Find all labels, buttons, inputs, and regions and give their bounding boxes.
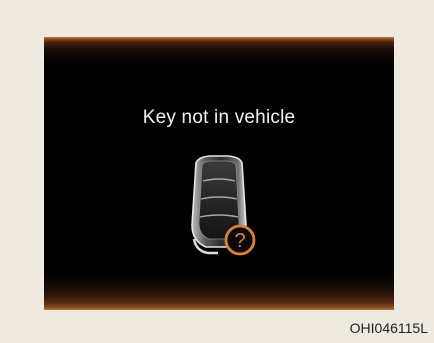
question-mark-glyph: ? [234,230,245,252]
figure-code-caption: OHI046115L [349,320,428,336]
smart-key-question-icon: ? [182,155,262,261]
cluster-display: Key not in vehicle ? [44,37,394,310]
warning-message: Key not in vehicle [142,107,296,128]
